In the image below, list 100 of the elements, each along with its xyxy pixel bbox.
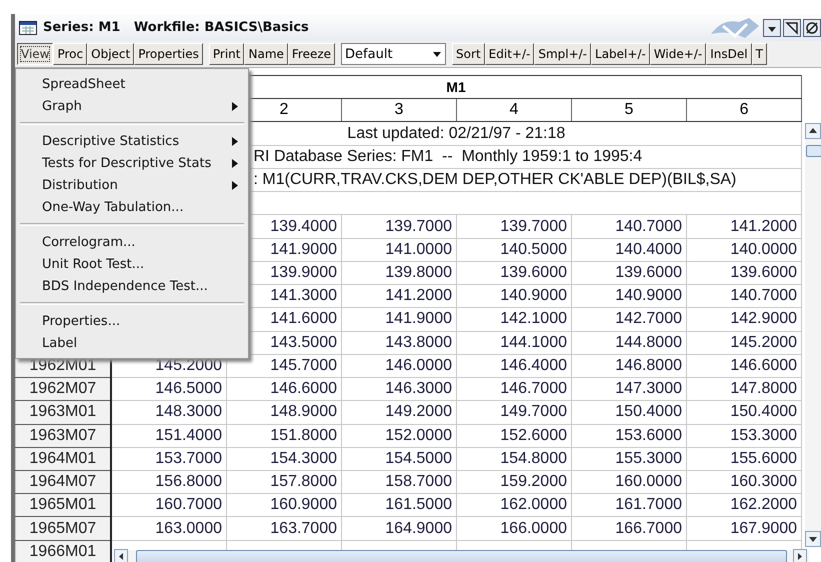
table-cell: 145.2000 (686, 331, 802, 354)
table-cell: 154.3000 (226, 447, 342, 470)
scroll-right-button[interactable] (793, 549, 809, 562)
table-cell: 155.3000 (572, 447, 686, 470)
note-text: Last updated: 02/21/97 - 21:18 (347, 124, 566, 142)
toolbar-button[interactable]: View (17, 43, 54, 65)
table-cell: 146.6000 (226, 378, 342, 401)
table-cell: 151.8000 (226, 424, 342, 448)
table-cell: 160.3000 (686, 470, 802, 494)
table-cell: 153.3000 (686, 424, 802, 448)
table-cell: 140.7000 (686, 284, 802, 308)
table-cell: 139.6000 (456, 261, 572, 285)
table-cell: 142.1000 (456, 308, 572, 332)
table-cell: 163.7000 (226, 516, 342, 540)
table-cell: 162.0000 (456, 494, 572, 517)
scroll-down-button[interactable] (805, 531, 821, 547)
row-label: 1963M01 (16, 400, 110, 424)
table-cell: 161.7000 (572, 494, 686, 517)
toolbar-button[interactable]: Print (208, 43, 244, 65)
scroll-up-button[interactable] (805, 123, 821, 139)
note-text: : M1(CURR,TRAV.CKS,DEM DEP,OTHER CK'ABLE DEP)(BIL$,SA) (254, 171, 736, 188)
window-icon (19, 20, 37, 34)
table-cell: 164.9000 (342, 516, 456, 540)
table-cell: 166.7000 (572, 516, 686, 540)
table-cell: 147.8000 (686, 378, 802, 401)
decoration-icon (709, 16, 761, 40)
close-button[interactable] (803, 18, 821, 36)
maximize-button[interactable] (783, 18, 801, 36)
vertical-scrollbar[interactable] (805, 123, 821, 547)
toolbar-button[interactable]: Edit+/- (484, 43, 534, 65)
table-cell: 139.7000 (342, 214, 456, 238)
table-cell: 139.6000 (572, 261, 686, 285)
table-cell: 160.9000 (226, 494, 342, 517)
table-cell: 146.6000 (686, 354, 802, 378)
table-cell: 146.8000 (572, 354, 686, 378)
table-cell: 140.7000 (572, 214, 686, 238)
table-cell: 142.7000 (572, 308, 686, 332)
table-cell: 167.9000 (686, 516, 802, 540)
toolbar-button[interactable]: Sort (452, 43, 485, 65)
toolbar-button[interactable]: InsDel (706, 43, 752, 65)
table-cell: 153.7000 (110, 447, 226, 470)
table-cell: 140.5000 (456, 238, 572, 262)
column-header[interactable]: 6 (686, 98, 802, 122)
menu-item[interactable]: Tests for Descriptive Stats (16, 152, 248, 174)
menu-item[interactable]: Descriptive Statistics (16, 130, 248, 152)
column-header[interactable]: 3 (342, 98, 456, 122)
toolbar-button[interactable]: Wide+/- (650, 43, 706, 65)
toolbar-button[interactable]: Object (87, 43, 134, 65)
table-cell: 141.9000 (342, 308, 456, 332)
table-cell: 139.6000 (686, 261, 802, 285)
table-cell: 144.1000 (456, 331, 572, 354)
table-cell: 166.0000 (456, 516, 572, 540)
table-cell: 139.7000 (456, 214, 572, 238)
window-title: Series: M1 Workfile: BASICS\Basics (43, 20, 309, 35)
toolbar-button[interactable]: Smpl+/- (534, 43, 592, 65)
table-cell: 153.6000 (572, 424, 686, 448)
toolbar-button[interactable]: T (752, 43, 767, 65)
toolbar-button[interactable]: Proc (53, 43, 88, 65)
toolbar-button[interactable]: Properties (134, 43, 203, 65)
toolbar-button[interactable]: Name (244, 43, 288, 65)
table-cell: 158.7000 (342, 470, 456, 494)
table-cell: 140.9000 (456, 284, 572, 308)
table-cell: 161.5000 (342, 494, 456, 517)
table-cell: 152.6000 (456, 424, 572, 448)
row-label: 1964M07 (16, 470, 110, 494)
table-cell: 147.3000 (572, 378, 686, 401)
table-cell: 139.8000 (342, 261, 456, 285)
table-cell: 146.4000 (456, 354, 572, 378)
menu-item[interactable]: Distribution (16, 174, 248, 196)
style-dropdown[interactable]: Default (341, 43, 446, 65)
table-cell: 146.3000 (342, 378, 456, 401)
table-cell: 154.8000 (456, 447, 572, 470)
table-cell: 144.8000 (572, 331, 686, 354)
table-cell: 160.0000 (572, 470, 686, 494)
table-cell: 159.2000 (456, 470, 572, 494)
scroll-thumb[interactable] (806, 145, 821, 157)
toolbar-button[interactable]: Label+/- (591, 43, 650, 65)
table-cell: 163.0000 (110, 516, 226, 540)
table-cell: 140.4000 (572, 238, 686, 262)
table-cell: 141.2000 (342, 284, 456, 308)
table-cell: 151.4000 (110, 424, 226, 448)
table-cell: 155.6000 (686, 447, 802, 470)
table-cell: 146.7000 (456, 378, 572, 401)
table-cell: 160.7000 (110, 494, 226, 517)
minimize-button[interactable] (763, 18, 781, 36)
table-cell: 148.9000 (226, 400, 342, 424)
scroll-left-button[interactable] (114, 549, 130, 562)
row-label: 1965M07 (16, 516, 110, 540)
row-label: 1963M07 (16, 424, 110, 448)
toolbar-button[interactable]: Freeze (288, 43, 336, 65)
table-cell: 150.4000 (686, 400, 802, 424)
table-cell: 148.3000 (110, 400, 226, 424)
table-cell: 140.9000 (572, 284, 686, 308)
table-cell: 149.7000 (456, 400, 572, 424)
column-header[interactable]: 4 (456, 98, 572, 122)
column-header[interactable]: 5 (572, 98, 686, 122)
table-cell: 150.4000 (572, 400, 686, 424)
table-cell: 149.2000 (342, 400, 456, 424)
table-cell: 146.0000 (342, 354, 456, 378)
table-cell: 142.9000 (686, 308, 802, 332)
